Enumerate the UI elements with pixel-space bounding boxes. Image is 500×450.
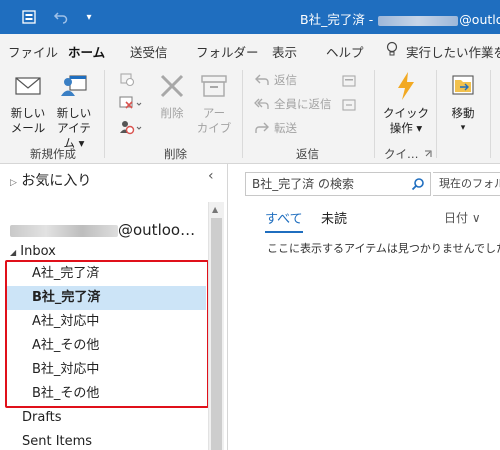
new-mail-button[interactable]: 新しい メール xyxy=(8,70,48,136)
group-delete-label: 削除 xyxy=(164,147,187,161)
cleanup-icon[interactable] xyxy=(118,94,144,112)
folder-item[interactable]: B社_その他 xyxy=(6,382,206,406)
group-separator xyxy=(374,70,375,158)
reply-button[interactable]: 返信 xyxy=(254,72,297,88)
search-input[interactable]: B社_完了済 の検索 xyxy=(245,172,431,196)
customize-quick-access-icon[interactable]: ▾ xyxy=(80,8,98,26)
empty-list-message: ここに表示するアイテムは見つかりませんでした。 xyxy=(267,242,500,255)
archive-button[interactable]: アー カイブ xyxy=(194,70,234,136)
redacted-email xyxy=(378,15,459,26)
scrollbar-thumb[interactable] xyxy=(211,218,222,450)
tab-folder[interactable]: フォルダー xyxy=(196,42,259,61)
more-respond-icon[interactable] xyxy=(342,98,356,112)
quick-steps-button[interactable]: クイック 操作 ▾ xyxy=(382,70,430,136)
ribbon-tabs: ファイル ホーム 送受信 フォルダー 表示 ヘルプ 実行したい作業を xyxy=(0,34,500,67)
tab-send-receive[interactable]: 送受信 xyxy=(130,42,168,61)
search-icon[interactable] xyxy=(411,177,425,191)
redacted-account-name xyxy=(10,224,118,237)
folder-pane: ▷ お気に入り ‹ @outloo… ◢ Inbox A社_完了済 B社_完了済… xyxy=(0,164,228,450)
filter-tab-unread[interactable]: 未読 xyxy=(321,208,347,227)
inbox-folder[interactable]: ◢ Inbox xyxy=(10,244,56,259)
lightning-icon xyxy=(398,72,414,100)
group-new-label: 新規作成 xyxy=(30,147,76,161)
folder-item[interactable]: A社_その他 xyxy=(6,334,206,358)
reply-all-button[interactable]: 全員に返信 xyxy=(254,96,332,112)
group-separator xyxy=(490,70,491,158)
folder-scrollbar[interactable]: ▲ xyxy=(208,202,224,450)
sort-by-date-dropdown[interactable]: 日付 ∨ xyxy=(444,209,481,226)
collapse-arrow-icon: ◢ xyxy=(10,248,17,257)
archive-icon xyxy=(201,75,227,97)
undo-icon[interactable] xyxy=(52,8,70,26)
delete-x-icon xyxy=(160,74,184,98)
title-bar: ▾ B社_完了済 - @outlook xyxy=(0,0,500,34)
search-scope-dropdown[interactable]: 現在のフォルダー xyxy=(433,172,500,196)
dialog-launcher-icon[interactable] xyxy=(424,150,432,158)
folder-drafts[interactable]: Drafts xyxy=(22,410,62,425)
folder-item[interactable]: A社_対応中 xyxy=(6,310,206,334)
reply-icon xyxy=(255,74,269,85)
delete-button[interactable]: 削除 xyxy=(152,70,192,121)
new-items-icon xyxy=(61,75,87,96)
ribbon: 新しい メール 新しい アイテム ▾ 新規作成 削除 アー カイブ 削除 返信 … xyxy=(0,64,500,164)
account-header[interactable]: @outloo… xyxy=(10,221,195,239)
folder-item[interactable]: B社_対応中 xyxy=(6,358,206,382)
scroll-up-icon[interactable]: ▲ xyxy=(212,205,218,214)
filter-tab-all[interactable]: すべて xyxy=(265,208,303,233)
tell-me-search[interactable]: 実行したい作業を xyxy=(406,42,500,61)
ignore-icon[interactable] xyxy=(118,70,136,88)
junk-icon[interactable] xyxy=(118,118,144,136)
folder-item[interactable]: A社_完了済 xyxy=(6,262,206,286)
new-items-button[interactable]: 新しい アイテム ▾ xyxy=(52,70,96,151)
reply-all-icon xyxy=(254,98,269,109)
folder-sent-items[interactable]: Sent Items xyxy=(22,434,92,449)
tab-view[interactable]: 表示 xyxy=(272,42,297,61)
folder-item-selected[interactable]: B社_完了済 xyxy=(6,286,206,310)
group-separator xyxy=(436,70,437,158)
forward-button[interactable]: 転送 xyxy=(254,120,297,136)
forward-icon xyxy=(255,122,269,133)
message-list-pane: B社_完了済 の検索 現在のフォルダー すべて 未読 日付 ∨ ここに表示するア… xyxy=(229,164,500,450)
tab-home[interactable]: ホーム xyxy=(68,42,106,67)
collapse-pane-icon[interactable]: ‹ xyxy=(208,168,214,184)
group-separator xyxy=(242,70,243,158)
group-separator xyxy=(104,70,105,158)
move-folder-icon xyxy=(452,75,474,95)
meeting-reply-icon[interactable] xyxy=(342,74,356,88)
favorites-header[interactable]: ▷ お気に入り xyxy=(10,170,91,190)
tab-file[interactable]: ファイル xyxy=(8,42,58,61)
group-respond-label: 返信 xyxy=(296,147,319,161)
tab-help[interactable]: ヘルプ xyxy=(326,42,364,61)
envelope-icon xyxy=(15,77,41,95)
expand-arrow-icon: ▷ xyxy=(10,178,17,188)
lightbulb-icon xyxy=(386,41,398,56)
move-button[interactable]: 移動 ▾ xyxy=(442,70,484,136)
group-quick-label: クイ… xyxy=(384,147,419,161)
window-title: B社_完了済 - @outlook xyxy=(300,12,500,27)
send-receive-all-icon[interactable] xyxy=(20,8,38,26)
